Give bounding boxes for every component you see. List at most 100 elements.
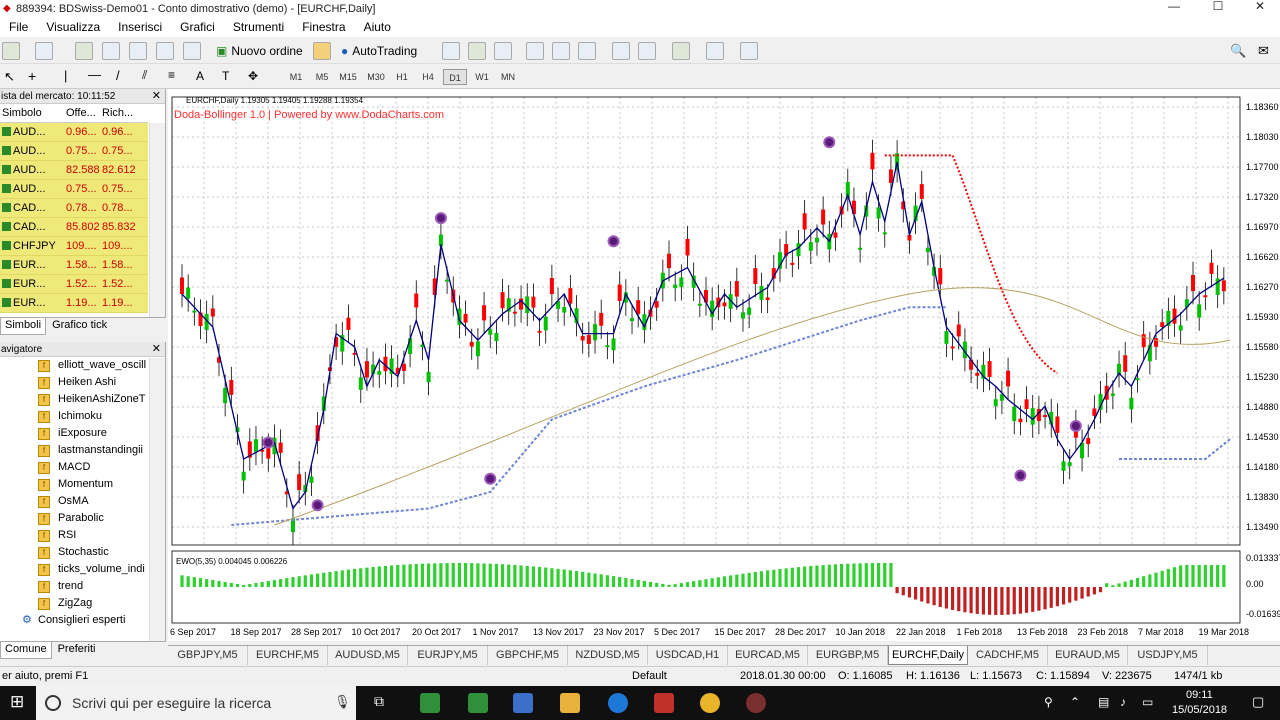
- store-icon[interactable]: [513, 693, 533, 713]
- menu-tools[interactable]: Strumenti: [224, 20, 293, 34]
- network-icon[interactable]: ▤: [1098, 695, 1109, 709]
- chart-tab[interactable]: CADCHF,M5: [968, 646, 1048, 665]
- chart-tab[interactable]: USDCAD,H1: [648, 646, 728, 665]
- market-watch-row[interactable]: EUR... 1.58... 1.58...: [0, 256, 148, 275]
- taskbar-date[interactable]: 15/05/2018: [1172, 704, 1227, 716]
- nav-indicator-item[interactable]: f RSI: [0, 527, 150, 544]
- line-chart-icon[interactable]: [494, 42, 512, 60]
- market-watch-icon[interactable]: [75, 42, 93, 60]
- maximize-button[interactable]: ☐: [1198, 0, 1238, 17]
- task-view-icon[interactable]: ⧉: [374, 693, 384, 710]
- nav-indicator-item[interactable]: f OsMA: [0, 493, 150, 510]
- metaeditor-icon[interactable]: [313, 42, 331, 60]
- tray-chevron-icon[interactable]: ⌃: [1070, 695, 1080, 709]
- search-icon[interactable]: 🔍: [1230, 43, 1246, 59]
- market-watch-row[interactable]: CAD... 85.802 85.832: [0, 218, 148, 237]
- tf-m30[interactable]: M30: [364, 69, 388, 85]
- people-icon[interactable]: ⚲: [1044, 695, 1053, 709]
- chat-icon[interactable]: ✉: [1258, 43, 1269, 59]
- keyboard-icon[interactable]: ▭: [1142, 695, 1153, 709]
- app-icon[interactable]: [654, 693, 674, 713]
- market-watch-scrollbar[interactable]: [149, 123, 165, 317]
- col-ask[interactable]: Rich...: [100, 104, 146, 122]
- market-watch-row[interactable]: AUD... 0.75... 0.75...: [0, 180, 148, 199]
- nav-indicator-item[interactable]: f trend: [0, 578, 150, 595]
- tab-symbols[interactable]: Simboli: [0, 318, 47, 335]
- new-order-button[interactable]: ▣ Nuovo ordine: [212, 40, 307, 62]
- nav-indicator-item[interactable]: f Parabolic: [0, 510, 150, 527]
- tf-h4[interactable]: H4: [416, 69, 440, 85]
- nav-indicator-item[interactable]: f Ichimoku: [0, 408, 150, 425]
- chart-tab[interactable]: EURJPY,M5: [408, 646, 488, 665]
- tab-common[interactable]: Comune: [0, 642, 52, 659]
- tf-m1[interactable]: M1: [284, 69, 308, 85]
- chart-tab[interactable]: GBPCHF,M5: [488, 646, 568, 665]
- tab-favorites[interactable]: Preferiti: [54, 642, 100, 659]
- navigator-scrollbar[interactable]: [149, 358, 165, 641]
- app-icon[interactable]: [468, 693, 488, 713]
- trendline-icon[interactable]: /: [116, 68, 120, 83]
- tf-m15[interactable]: M15: [336, 69, 360, 85]
- nav-indicator-item[interactable]: f Stochastic: [0, 544, 150, 561]
- market-watch-row[interactable]: EUR... 1.52... 1.52...: [0, 275, 148, 294]
- candlestick-icon[interactable]: [468, 42, 486, 60]
- nav-indicator-item[interactable]: f HeikenAshiZoneT: [0, 391, 150, 408]
- chart-tab[interactable]: USDJPY,M5: [1128, 646, 1208, 665]
- menu-window[interactable]: Finestra: [293, 20, 354, 34]
- chart-tab[interactable]: EURGBP,M5: [808, 646, 888, 665]
- indicators-icon[interactable]: [672, 42, 690, 60]
- minimize-button[interactable]: —: [1154, 0, 1194, 17]
- chart-shift-icon[interactable]: [638, 42, 656, 60]
- close-button[interactable]: ✕: [1240, 0, 1280, 17]
- price-chart[interactable]: 1.18360 1.18030 1.17700 1.17320 1.16970 1.166…: [168, 89, 1280, 641]
- chart-tab[interactable]: AUDUSD,M5: [328, 646, 408, 665]
- horizontal-line-icon[interactable]: —: [88, 67, 101, 82]
- bar-chart-icon[interactable]: [442, 42, 460, 60]
- profiles-icon[interactable]: [35, 42, 53, 60]
- col-bid[interactable]: Offe...: [56, 104, 100, 122]
- tf-mn[interactable]: MN: [496, 69, 520, 85]
- tf-w1[interactable]: W1: [470, 69, 494, 85]
- windows-start-icon[interactable]: ⊞: [10, 692, 24, 712]
- tf-m5[interactable]: M5: [310, 69, 334, 85]
- notifications-icon[interactable]: ▢: [1252, 694, 1264, 710]
- tile-windows-icon[interactable]: [578, 42, 596, 60]
- chart-tab[interactable]: NZDUSD,M5: [568, 646, 648, 665]
- close-icon[interactable]: ✕: [152, 342, 161, 357]
- tf-d1[interactable]: D1: [443, 69, 467, 85]
- nav-indicator-item[interactable]: f elliott_wave_oscill: [0, 357, 150, 374]
- menu-insert[interactable]: Inserisci: [109, 20, 171, 34]
- chart-tab[interactable]: EURCAD,M5: [728, 646, 808, 665]
- nav-indicator-item[interactable]: f iExposure: [0, 425, 150, 442]
- crosshair-icon[interactable]: +: [28, 68, 36, 84]
- chrome-icon[interactable]: [700, 693, 720, 713]
- market-watch-row[interactable]: CAD... 0.78... 0.78...: [0, 199, 148, 218]
- zoom-in-icon[interactable]: [526, 42, 544, 60]
- nav-experts-folder[interactable]: ⚙ Consiglieri esperti: [0, 612, 150, 629]
- tf-h1[interactable]: H1: [390, 69, 414, 85]
- nav-indicator-item[interactable]: f lastmanstandingii: [0, 442, 150, 459]
- fibonacci-icon[interactable]: ≡: [168, 68, 175, 82]
- nav-indicator-item[interactable]: f Momentum: [0, 476, 150, 493]
- menu-file[interactable]: File: [0, 20, 37, 34]
- chart-tab[interactable]: EURCHF,M5: [248, 646, 328, 665]
- vertical-line-icon[interactable]: |: [64, 68, 67, 83]
- nav-indicator-item[interactable]: f ZigZag: [0, 595, 150, 612]
- taskbar-search[interactable]: Scrivi qui per eseguire la ricerca: [36, 686, 356, 720]
- app-icon[interactable]: [746, 693, 766, 713]
- nav-indicator-item[interactable]: f Heiken Ashi: [0, 374, 150, 391]
- cursor-icon[interactable]: ↖: [4, 69, 15, 85]
- new-chart-icon[interactable]: [2, 42, 20, 60]
- menu-help[interactable]: Aiuto: [355, 20, 400, 34]
- text-icon[interactable]: A: [196, 69, 204, 83]
- market-watch-row[interactable]: CHFJPY 109.... 109....: [0, 237, 148, 256]
- strategy-tester-icon[interactable]: [183, 42, 201, 60]
- navigator-icon[interactable]: [129, 42, 147, 60]
- arrows-icon[interactable]: ✥: [248, 69, 258, 83]
- nav-indicator-item[interactable]: f MACD: [0, 459, 150, 476]
- volume-icon[interactable]: ♪: [1120, 695, 1126, 709]
- chart-tab[interactable]: GBPJPY,M5: [168, 646, 248, 665]
- close-icon[interactable]: ✕: [152, 89, 161, 104]
- periods-icon[interactable]: [706, 42, 724, 60]
- folder-icon[interactable]: [560, 693, 580, 713]
